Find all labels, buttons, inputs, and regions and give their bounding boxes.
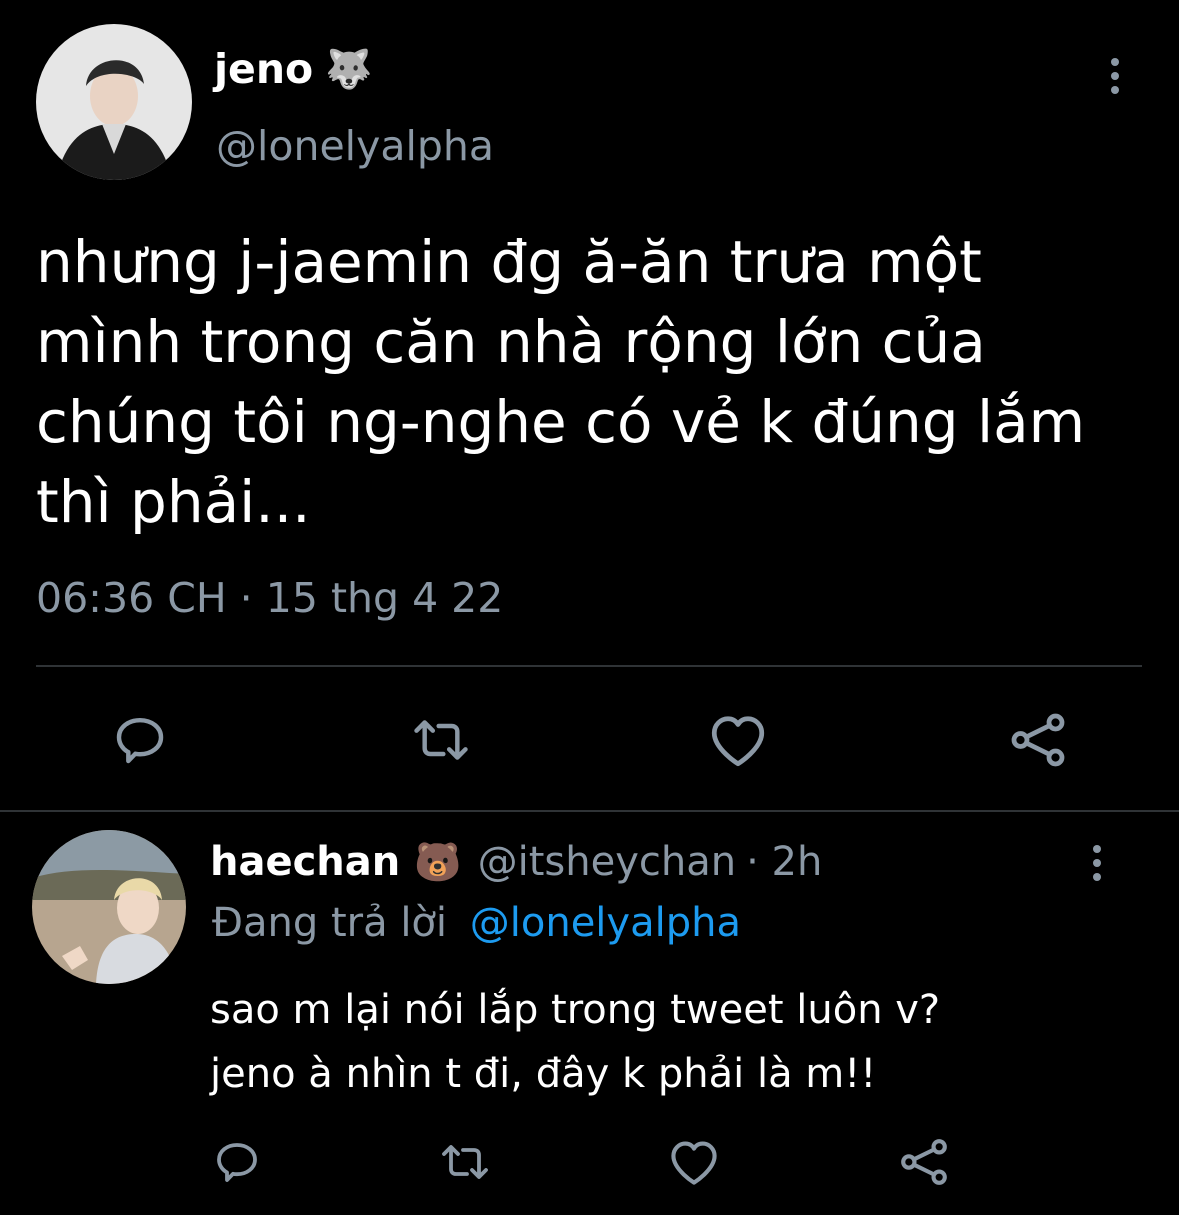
tweet-age[interactable]: · 2h: [746, 839, 822, 885]
share-icon[interactable]: [898, 1136, 950, 1188]
tweet-text: nhưng j-jaemin đg ă-ăn trưa một mình tro…: [36, 222, 1085, 542]
handle[interactable]: @lonelyalpha: [216, 122, 494, 170]
tweet-text-line: nhưng j-jaemin đg ă-ăn trưa một: [36, 228, 982, 296]
reply-text: sao m lại nói lắp trong tweet luôn v? je…: [210, 978, 940, 1106]
bear-emoji: 🐻: [414, 839, 462, 884]
handle[interactable]: @itsheychan: [478, 839, 736, 885]
retweet-icon[interactable]: [438, 1138, 492, 1186]
avatar-haechan[interactable]: [32, 830, 186, 984]
like-icon[interactable]: [668, 1138, 720, 1186]
display-name[interactable]: jeno: [214, 45, 313, 93]
display-name[interactable]: haechan: [210, 839, 400, 885]
reply-icon[interactable]: [112, 712, 168, 768]
timestamp[interactable]: 06:36 CH · 15 thg 4 22: [36, 574, 503, 622]
retweet-icon[interactable]: [410, 712, 472, 768]
more-options-icon[interactable]: [1108, 58, 1122, 94]
tweet-text-line: thì phải...: [36, 468, 311, 536]
reply-text-line: sao m lại nói lắp trong tweet luôn v?: [210, 987, 941, 1033]
avatar-jeno[interactable]: [36, 24, 192, 180]
mention-link[interactable]: @lonelyalpha: [470, 900, 741, 946]
tweet-text-line: mình trong căn nhà rộng lớn của: [36, 308, 986, 376]
wolf-emoji: 🐺: [325, 46, 373, 91]
share-icon[interactable]: [1008, 710, 1068, 770]
like-icon[interactable]: [708, 712, 768, 768]
more-options-icon[interactable]: [1090, 845, 1104, 881]
reply-icon[interactable]: [213, 1138, 261, 1186]
section-divider: [0, 810, 1179, 812]
replying-label: Đang trả lời: [212, 900, 448, 946]
tweet-text-line: chúng tôi ng-nghe có vẻ k đúng lắm: [36, 388, 1086, 456]
divider: [36, 665, 1142, 667]
replying-to-line: Đang trả lời @lonelyalpha: [212, 900, 741, 946]
reply-text-line: jeno à nhìn t đi, đây k phải là m!!: [210, 1051, 877, 1097]
